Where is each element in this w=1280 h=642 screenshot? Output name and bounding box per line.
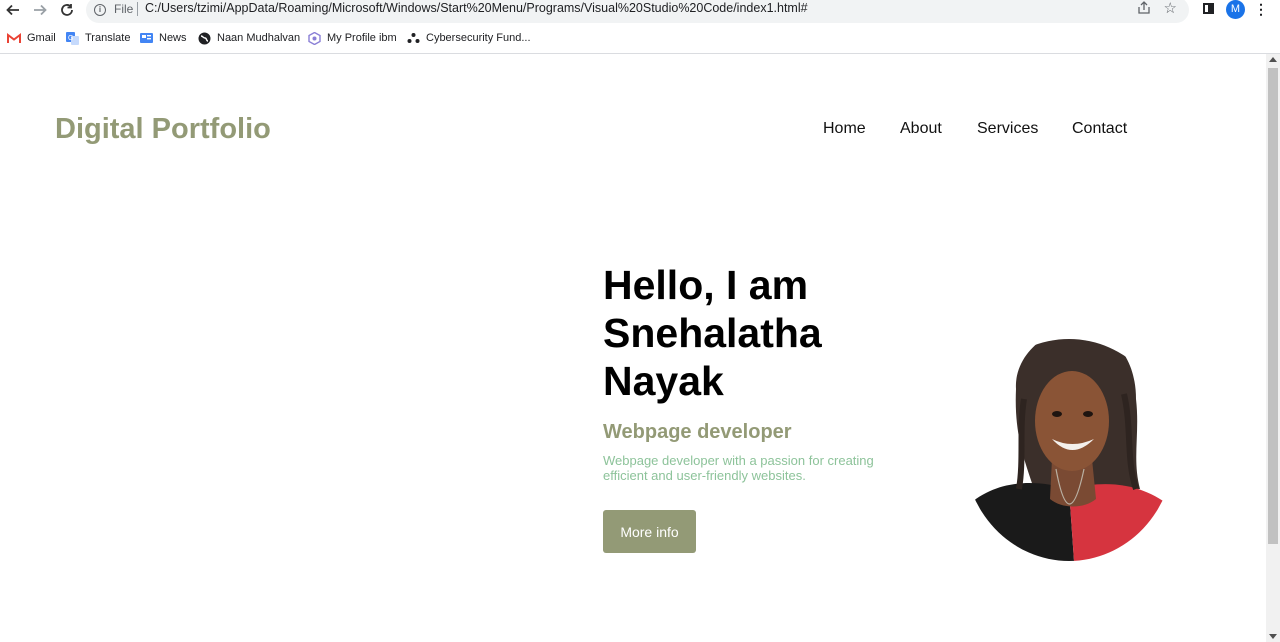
nav-home[interactable]: Home [823, 120, 866, 138]
info-icon[interactable]: i [94, 4, 106, 16]
menu-kebab-icon[interactable]: ⋮ [1254, 1, 1268, 18]
site-logo[interactable]: Digital Portfolio [55, 113, 271, 146]
more-info-button[interactable]: More info [603, 510, 696, 553]
nav-services[interactable]: Services [977, 120, 1038, 138]
bookmark-gmail[interactable]: Gmail [7, 31, 56, 45]
side-panel-icon[interactable] [1203, 3, 1214, 14]
profile-photo [964, 339, 1174, 561]
bookmark-my-profile-ibm[interactable]: My Profile ibm [307, 31, 397, 45]
url-text[interactable]: C:/Users/tzimi/AppData/Roaming/Microsoft… [145, 1, 808, 15]
bookmark-star-icon[interactable]: ☆ [1164, 0, 1177, 17]
translate-icon: G [65, 31, 79, 45]
bookmark-label: My Profile ibm [327, 32, 397, 44]
bookmark-label: News [159, 32, 187, 44]
bookmark-label: Naan Mudhalvan [217, 32, 301, 44]
globe-icon [197, 31, 211, 45]
address-divider [137, 2, 138, 16]
bookmark-translate[interactable]: G Translate [65, 31, 130, 45]
bookmark-cybersecurity[interactable]: Cybersecurity Fund... [406, 31, 531, 45]
nav-contact[interactable]: Contact [1072, 120, 1127, 138]
back-arrow-icon[interactable] [2, 0, 24, 20]
scrollbar-thumb[interactable] [1268, 68, 1278, 544]
toolbar-divider [0, 53, 1280, 54]
reload-icon[interactable] [56, 0, 78, 20]
file-label: File [114, 2, 134, 16]
gmail-icon [7, 31, 21, 45]
news-icon [139, 31, 153, 45]
forward-arrow-icon[interactable] [29, 0, 51, 20]
hero-subtitle: Webpage developer [603, 421, 792, 443]
profile-avatar[interactable]: M [1226, 0, 1245, 19]
page-scrollbar[interactable] [1266, 54, 1280, 642]
svg-text:G: G [68, 35, 73, 42]
scroll-down-arrow-icon[interactable] [1269, 634, 1277, 639]
share-icon[interactable] [1137, 1, 1151, 18]
bookmark-label: Cybersecurity Fund... [426, 32, 531, 44]
scroll-up-arrow-icon[interactable] [1269, 57, 1277, 62]
ibm-icon [307, 31, 321, 45]
bookmark-naan-mudhalvan[interactable]: Naan Mudhalvan [197, 31, 300, 45]
hero-description: Webpage developer with a passion for cre… [603, 453, 874, 483]
bookmark-news[interactable]: News [139, 31, 187, 45]
address-bar[interactable]: i File C:/Users/tzimi/AppData/Roaming/Mi… [86, 0, 1189, 23]
browser-toolbar: i File C:/Users/tzimi/AppData/Roaming/Mi… [0, 0, 1280, 24]
hero-title: Hello, I am Snehalatha Nayak [603, 262, 822, 404]
nav-about[interactable]: About [900, 120, 942, 138]
bookmark-label: Translate [85, 32, 131, 44]
bookmarks-bar: Gmail G Translate News Naan Mudhalvan My… [0, 29, 1280, 51]
cyber-icon [406, 31, 420, 45]
bookmark-label: Gmail [27, 32, 56, 44]
